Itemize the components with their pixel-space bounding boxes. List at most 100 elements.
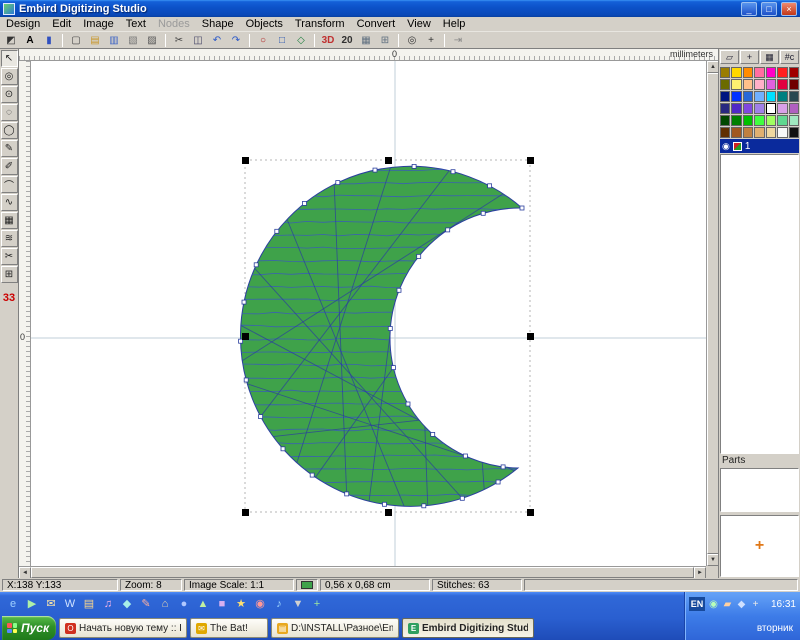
hscroll-thumb[interactable] [31,567,694,578]
menu-help[interactable]: Help [437,17,472,32]
close-button[interactable]: × [781,2,797,16]
outline-node[interactable] [303,201,307,205]
pointer-icon[interactable]: ◩ [2,33,20,48]
palette-swatch[interactable] [720,91,730,102]
palette-swatch[interactable] [789,127,799,138]
outline-node[interactable] [417,254,421,258]
menu-shape[interactable]: Shape [196,17,240,32]
columns-icon[interactable]: ≋ [1,230,18,247]
menu-image[interactable]: Image [77,17,120,32]
target-icon[interactable]: ◉ [252,596,268,612]
clock[interactable]: 16:31 [771,599,796,610]
ellipse-icon[interactable]: ○ [254,33,272,48]
thread-table-icon[interactable]: ▦ [760,50,779,64]
knife-icon[interactable]: ✂ [1,248,18,265]
outline-node[interactable] [254,263,258,267]
palette-swatch[interactable] [731,103,741,114]
menu-design[interactable]: Design [0,17,46,32]
palette-swatch[interactable] [777,103,787,114]
palette-swatch[interactable] [766,79,776,90]
palette-swatch[interactable] [743,103,753,114]
mail-icon[interactable]: ✉ [43,596,59,612]
pan-icon[interactable]: + [422,33,440,48]
star-icon[interactable]: ★ [233,596,249,612]
media-icon[interactable]: ▶ [24,596,40,612]
folder-icon[interactable]: ▤ [81,596,97,612]
palette-swatch[interactable] [743,127,753,138]
grid-20-icon[interactable]: 20 [338,33,356,48]
grid-icon[interactable]: ▦ [357,33,375,48]
selection-handle[interactable] [385,157,392,164]
palette-swatch[interactable] [720,127,730,138]
palette-swatch[interactable] [754,67,764,78]
vertical-scrollbar[interactable]: ▲ ▼ [706,61,718,566]
print-icon[interactable]: ▨ [143,33,161,48]
down-icon[interactable]: ▼ [290,596,306,612]
plus-icon[interactable]: + [309,596,325,612]
palette-swatch[interactable] [766,115,776,126]
selection-handle[interactable] [242,157,249,164]
undo-icon[interactable]: ↶ [208,33,226,48]
canvas-area[interactable] [31,61,706,566]
outline-node[interactable] [275,229,279,233]
polygon-icon[interactable]: ◇ [292,33,310,48]
text-tool-icon[interactable]: A [21,33,39,48]
outline-node[interactable] [244,378,248,382]
outline-node[interactable] [281,447,285,451]
redo-icon[interactable]: ↷ [227,33,245,48]
visibility-icon[interactable]: ◉ [722,141,730,152]
palette-swatch[interactable] [777,79,787,90]
palette-swatch[interactable] [789,91,799,102]
taskbar-task-button[interactable]: ✉The Bat! [190,618,268,638]
fill-icon[interactable]: ▮ [40,33,58,48]
menu-text[interactable]: Text [120,17,152,32]
palette-swatch[interactable] [789,115,799,126]
palette-swatch[interactable] [766,67,776,78]
gem-icon[interactable]: ◆ [119,596,135,612]
edit-icon[interactable]: ✎ [138,596,154,612]
palette-swatch[interactable] [731,127,741,138]
outline-node[interactable] [431,432,435,436]
thread-shape-icon[interactable]: ▱ [720,50,739,64]
palette-swatch[interactable] [731,67,741,78]
outline-node[interactable] [397,288,401,292]
palette-swatch[interactable] [731,91,741,102]
palette-swatch[interactable] [743,79,753,90]
palette-swatch[interactable] [743,91,753,102]
outline-node[interactable] [422,504,426,508]
palette-swatch[interactable] [731,79,741,90]
palette-swatch[interactable] [720,79,730,90]
selection-handle[interactable] [527,509,534,516]
outline-node[interactable] [463,454,467,458]
thread-catalog-icon[interactable]: #c [780,50,799,64]
start-button[interactable]: Пуск [2,616,56,640]
dot-icon[interactable]: ● [176,596,192,612]
outline-node[interactable] [259,415,263,419]
outline-node[interactable] [336,181,340,185]
language-indicator[interactable]: EN [689,597,705,611]
menu-convert[interactable]: Convert [351,17,402,32]
palette-swatch[interactable] [777,127,787,138]
palette-swatch[interactable] [743,115,753,126]
music-icon[interactable]: ♫ [100,596,116,612]
outline-node[interactable] [481,211,485,215]
palette-swatch[interactable] [720,67,730,78]
object-list[interactable] [720,154,799,454]
palette-swatch[interactable] [766,103,776,114]
palette-swatch[interactable] [777,115,787,126]
outline-node[interactable] [412,164,416,168]
outline-node[interactable] [345,492,349,496]
shield-icon[interactable]: ◉ [707,598,720,611]
thread-add-icon[interactable]: + [740,50,759,64]
palette-swatch[interactable] [789,79,799,90]
palette-swatch[interactable] [789,67,799,78]
outline-node[interactable] [501,465,505,469]
volume-icon[interactable]: ◆ [735,598,748,611]
export-icon[interactable]: ▧ [124,33,142,48]
cut-icon[interactable]: ✂ [170,33,188,48]
outline-node[interactable] [488,184,492,188]
note-icon[interactable]: ♪ [271,596,287,612]
selection-handle[interactable] [385,509,392,516]
selection-handle[interactable] [527,333,534,340]
pen-icon[interactable]: ✎ [1,140,18,157]
